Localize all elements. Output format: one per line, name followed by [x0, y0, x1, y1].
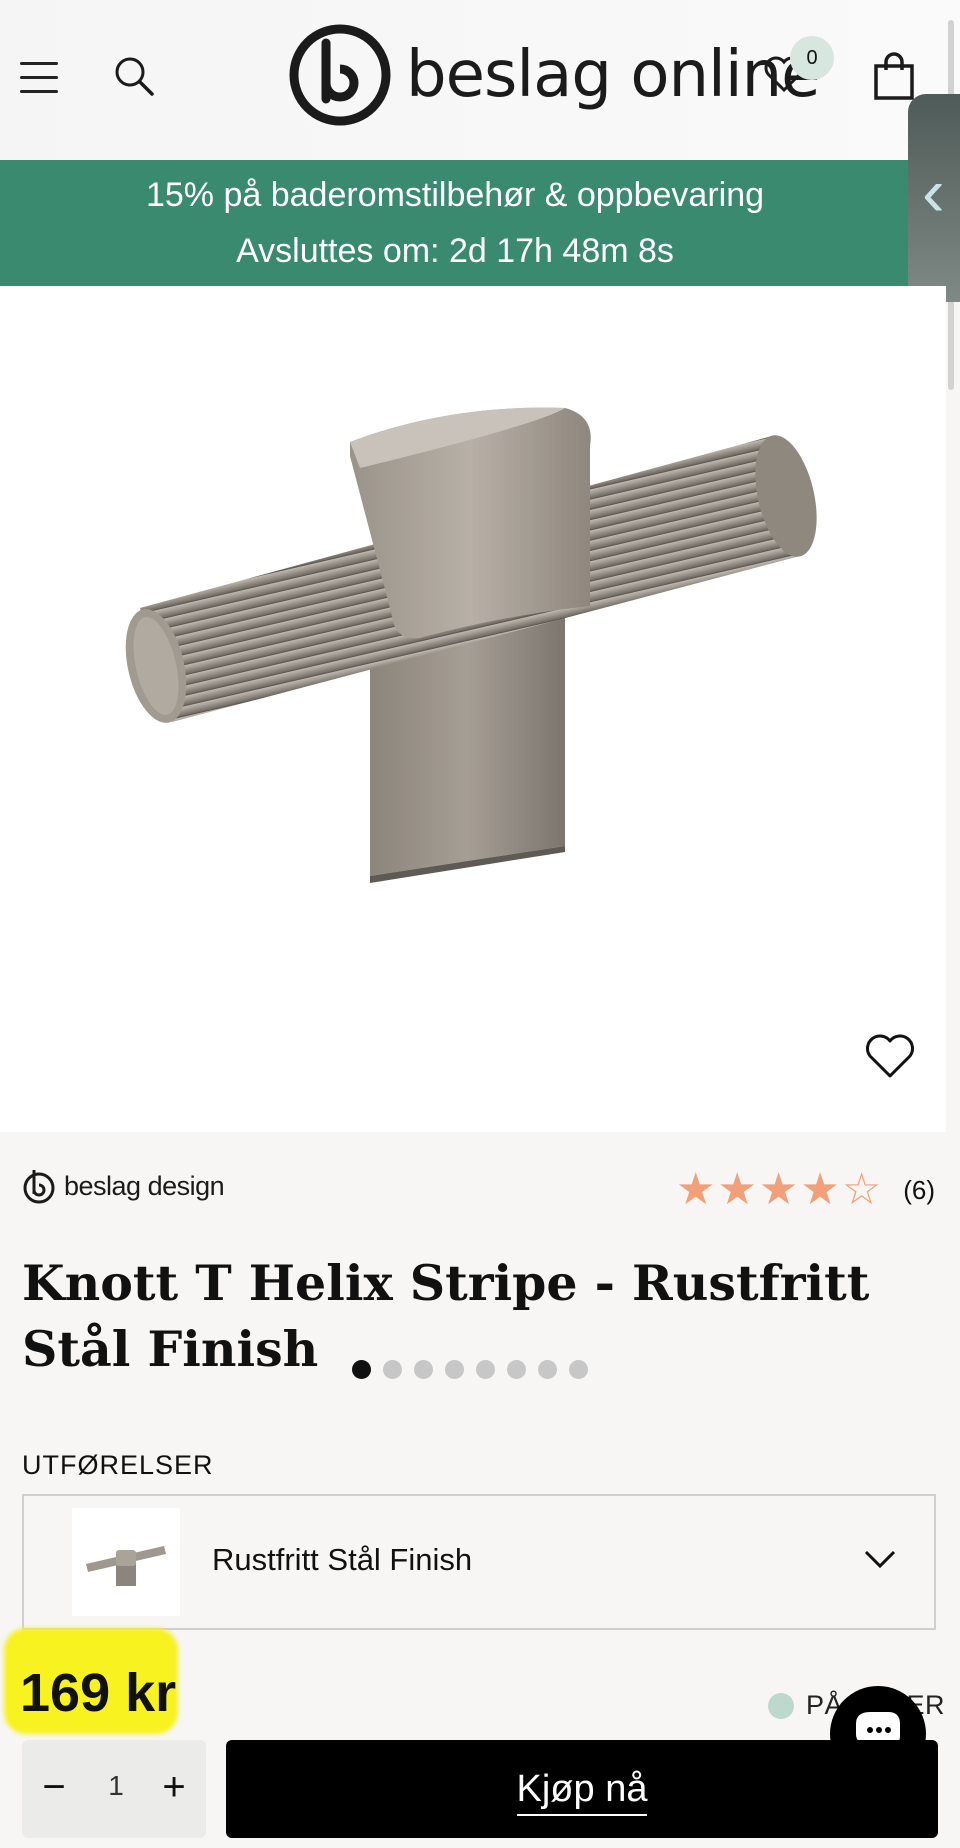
product-photo: [125, 407, 817, 883]
star-filled-icon: ★: [800, 1165, 840, 1214]
quantity-value[interactable]: 1: [96, 1770, 136, 1802]
review-count: (6): [903, 1174, 936, 1205]
chevron-left-icon: ‹: [922, 154, 945, 230]
star-filled-icon: ★: [758, 1165, 799, 1214]
brand-link[interactable]: beslag design: [22, 1166, 225, 1206]
quantity-stepper: − 1 +: [22, 1740, 206, 1838]
wishlist-count-badge: 0: [790, 36, 834, 80]
side-drawer-tab[interactable]: ‹: [908, 94, 960, 302]
site-header: beslag online 0: [0, 0, 960, 160]
logo-mark-icon: [289, 24, 391, 126]
buy-now-button[interactable]: Kjøp nå: [226, 1740, 938, 1838]
star-filled-icon: ★: [676, 1165, 716, 1214]
quantity-increase-button[interactable]: +: [154, 1762, 194, 1812]
brand-logo-icon: [23, 1170, 55, 1204]
brand-name: beslag design: [64, 1170, 225, 1201]
promo-banner[interactable]: 15% på baderomstilbehør & oppbevaring Av…: [0, 160, 910, 286]
rating[interactable]: ★ ★ ★ ★ ☆ (6): [676, 1168, 935, 1212]
star-filled-icon: ★: [717, 1165, 757, 1214]
site-logo[interactable]: beslag online: [288, 20, 821, 130]
buy-now-label: Kjøp nå: [516, 1768, 648, 1816]
variant-thumbnail: [72, 1508, 180, 1616]
variant-dropdown[interactable]: Rustfritt Stål Finish: [22, 1494, 936, 1630]
favorite-heart-icon[interactable]: [864, 1032, 916, 1080]
product-image-gallery[interactable]: [0, 286, 946, 1379]
stock-indicator-icon: [768, 1692, 794, 1719]
quantity-decrease-button[interactable]: −: [34, 1762, 74, 1812]
promo-countdown: Avsluttes om: 2d 17h 48m 8s: [236, 232, 674, 270]
star-empty-icon: ☆: [841, 1165, 882, 1214]
promo-headline: 15% på baderomstilbehør & oppbevaring: [145, 176, 765, 214]
logo-text: beslag online: [406, 38, 821, 112]
variant-label: UTFØRELSER: [22, 1450, 214, 1480]
variant-selected: Rustfritt Stål Finish: [212, 1542, 473, 1577]
shopping-bag-icon[interactable]: [872, 52, 916, 102]
product-price: 169 kr: [20, 1663, 177, 1723]
rating-stars: ★ ★ ★ ★ ☆: [676, 1168, 883, 1212]
chevron-down-icon: [864, 1550, 896, 1569]
menu-icon[interactable]: [20, 62, 58, 96]
product-title: Knott T Helix Stripe - Rustfritt Stål Fi…: [22, 1254, 870, 1378]
search-icon[interactable]: [112, 54, 156, 98]
